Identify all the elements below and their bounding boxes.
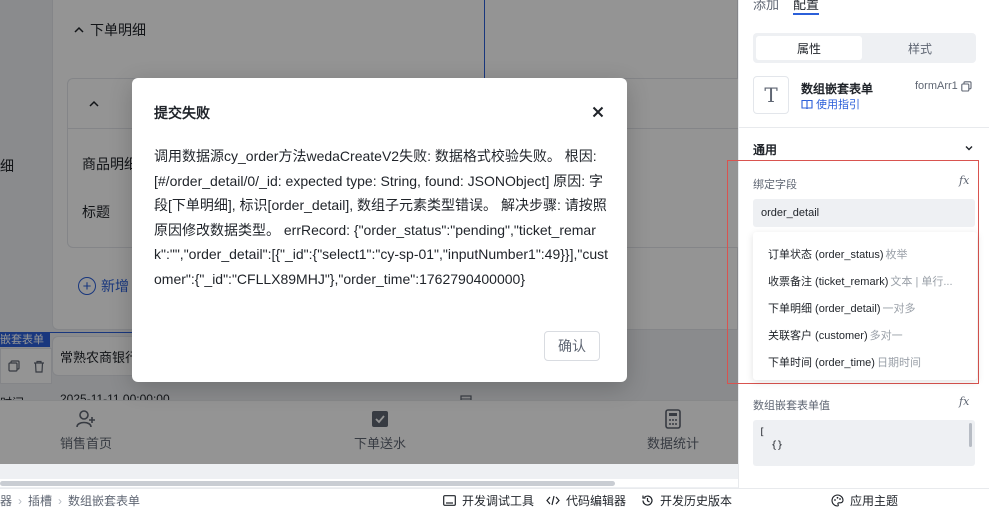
panel-tabs: 添加 配置 — [753, 0, 820, 15]
segment-properties[interactable]: 属性 — [756, 36, 862, 60]
property-panel: 添加 配置 属性 样式 T 数组嵌套表单 使用指引 formArr1 通用 绑定… — [727, 0, 989, 488]
component-id: formArr1 — [915, 80, 972, 92]
text-component-icon: T — [753, 76, 789, 114]
breadcrumb-item[interactable]: 器 — [0, 492, 12, 509]
code-editor-button[interactable]: 代码编辑器 — [546, 492, 626, 509]
code-line: {} — [759, 440, 784, 451]
general-section-header[interactable]: 通用 — [753, 141, 777, 158]
error-dialog: 提交失败 调用数据源cy_order方法wedaCreateV2失败: 数据格式… — [132, 78, 627, 382]
dropdown-option[interactable]: 关联客户 (customer) 多对一 — [768, 327, 903, 343]
divider — [739, 127, 989, 128]
palette-icon — [831, 494, 844, 507]
history-icon — [642, 495, 653, 506]
segmented-control: 属性 样式 — [753, 33, 976, 63]
dialog-message: 调用数据源cy_order方法wedaCreateV2失败: 数据格式校验失败。… — [154, 148, 609, 287]
bind-field-label: 绑定字段 — [753, 179, 797, 191]
component-id-value: formArr1 — [915, 80, 958, 92]
segment-style[interactable]: 样式 — [867, 36, 973, 60]
dropdown-option[interactable]: 订单状态 (order_status) 枚举 — [768, 246, 908, 262]
code-line: [ — [759, 427, 766, 438]
chevron-right-icon: › — [18, 493, 23, 508]
option-label: 收票备注 (ticket_remark) — [768, 276, 889, 288]
app-theme-button[interactable]: 应用主题 — [831, 492, 898, 509]
status-bar: 器 › 插槽 › 数组嵌套表单 开发调试工具 代码编辑器 开发历史版本 应用主题 — [0, 488, 989, 510]
tool-label: 代码编辑器 — [566, 494, 627, 508]
copy-icon[interactable] — [961, 80, 972, 92]
tool-label: 开发调试工具 — [462, 494, 535, 508]
dropdown-option[interactable]: 下单时间 (order_time) 日期时间 — [768, 354, 921, 370]
option-type: 枚举 — [885, 249, 908, 261]
breadcrumb-item[interactable]: 插槽 — [28, 492, 52, 509]
code-icon — [546, 495, 560, 506]
value-field-label: 数组嵌套表单值 — [753, 400, 830, 412]
dialog-title: 提交失败 — [154, 105, 210, 121]
option-type: 多对一 — [869, 330, 903, 342]
breadcrumb-item[interactable]: 数组嵌套表单 — [68, 492, 140, 509]
history-button[interactable]: 开发历史版本 — [641, 492, 732, 509]
tool-label: 应用主题 — [850, 494, 899, 508]
breadcrumb: 器 › 插槽 › 数组嵌套表单 — [0, 492, 140, 509]
book-icon — [801, 99, 813, 109]
debug-tool-button[interactable]: 开发调试工具 — [443, 492, 534, 509]
component-name: 数组嵌套表单 — [801, 82, 874, 96]
tab-config[interactable]: 配置 — [793, 0, 820, 15]
tool-label: 开发历史版本 — [660, 494, 733, 508]
guide-label: 使用指引 — [816, 99, 860, 111]
option-label: 关联客户 (customer) — [768, 330, 868, 342]
dropdown-option[interactable]: 下单明细 (order_detail) 一对多 — [768, 300, 915, 316]
fx-icon[interactable]: fx — [959, 174, 969, 187]
debug-icon — [443, 495, 456, 506]
usage-guide-link[interactable]: 使用指引 — [801, 96, 860, 112]
tab-add[interactable]: 添加 — [753, 0, 779, 15]
option-label: 下单明细 (order_detail) — [768, 303, 881, 315]
option-type: 日期时间 — [876, 357, 921, 369]
option-type: 文本 | 单行... — [890, 276, 953, 288]
scrollbar-thumb[interactable] — [0, 481, 615, 486]
option-label: 订单状态 (order_status) — [768, 249, 884, 261]
dropdown-option[interactable]: 收票备注 (ticket_remark) 文本 | 单行... — [768, 273, 953, 289]
editor-scrollbar[interactable] — [969, 423, 972, 447]
fx-icon[interactable]: fx — [959, 395, 969, 408]
option-type: 一对多 — [882, 303, 916, 315]
bind-field-select[interactable]: order_detail — [753, 199, 975, 227]
chevron-right-icon: › — [58, 493, 63, 508]
bind-field-dropdown: 订单状态 (order_status) 枚举 收票备注 (ticket_remar… — [753, 232, 977, 380]
option-label: 下单时间 (order_time) — [768, 357, 875, 369]
close-icon[interactable] — [590, 104, 606, 120]
value-code-editor[interactable]: [ {} — [753, 420, 975, 466]
chevron-down-icon[interactable] — [964, 144, 974, 152]
confirm-button[interactable]: 确认 — [544, 331, 600, 361]
